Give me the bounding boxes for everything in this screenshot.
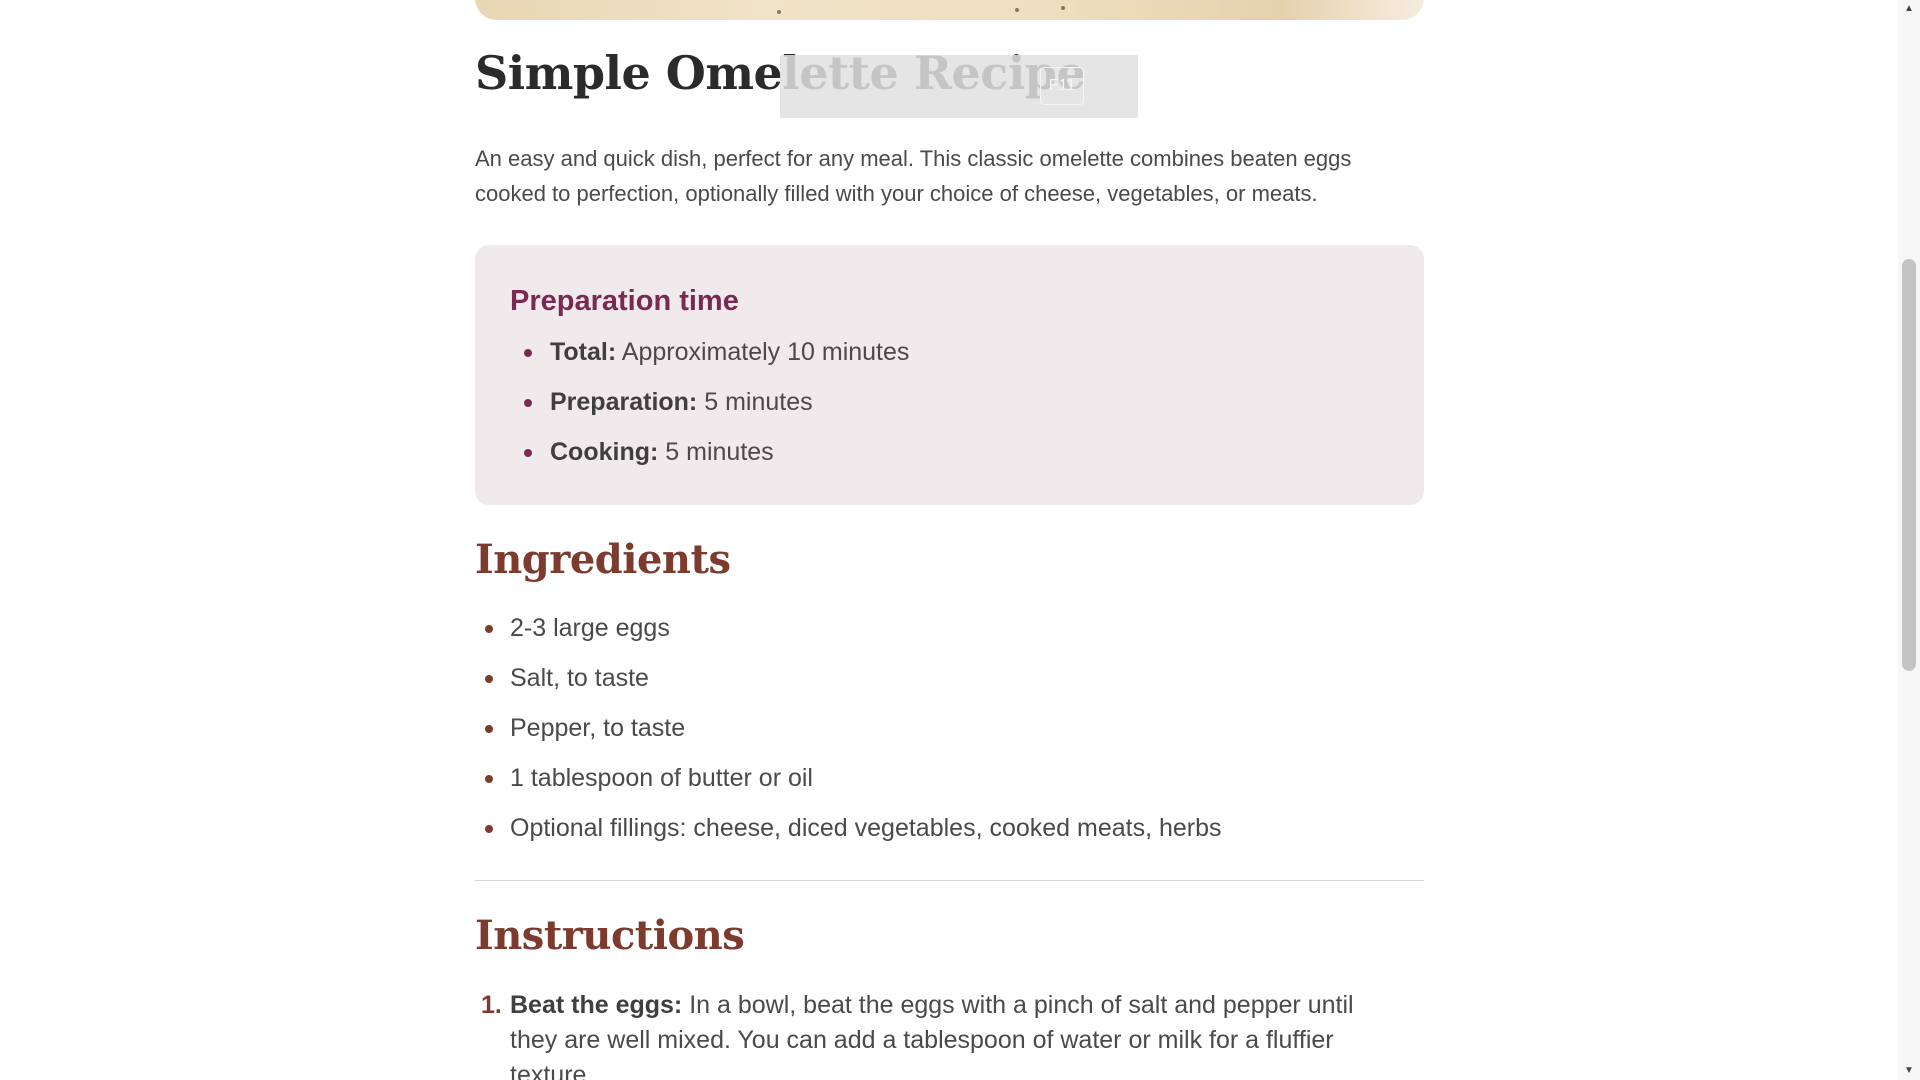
prep-item-value: Approximately 10 minutes: [621, 338, 910, 366]
recipe-page: Simple Omelette Recipe ss F11 An easy an…: [0, 0, 1898, 1080]
prep-item-value: 5 minutes: [665, 438, 774, 466]
preparation-time-heading: Preparation time: [510, 285, 739, 317]
fullscreen-exit-hint: ss F11: [780, 55, 1138, 118]
prep-item-preparation: Preparation: 5 minutes: [510, 385, 909, 435]
scrollbar-thumb[interactable]: [1902, 259, 1916, 671]
prep-item-label: Cooking:: [550, 438, 659, 466]
omelette-hero-image: [475, 0, 1424, 20]
fullscreen-hint-text: ss: [995, 77, 1011, 94]
ingredients-heading: Ingredients: [475, 536, 731, 583]
step-number: 1.: [481, 991, 502, 1019]
instruction-step: 1. Beat the eggs: In a bowl, beat the eg…: [475, 988, 1424, 1080]
prep-item-label: Total:: [550, 338, 617, 366]
ingredient-item: 1 tablespoon of butter or oil: [475, 761, 1222, 811]
vertical-scrollbar[interactable]: ▲ ▼: [1898, 0, 1920, 1080]
section-divider: [475, 880, 1424, 881]
ingredient-item: 2-3 large eggs: [475, 611, 1222, 661]
instructions-heading: Instructions: [475, 912, 745, 959]
preparation-time-box: Preparation time Total: Approximately 10…: [475, 245, 1424, 505]
hero-image-speck: [1015, 8, 1019, 12]
preparation-time-list: Total: Approximately 10 minutes Preparat…: [510, 335, 909, 485]
chevron-up-icon[interactable]: ▲: [1898, 0, 1920, 18]
hero-image-speck: [777, 10, 781, 14]
hero-image-speck: [1061, 6, 1065, 10]
ingredient-item: Salt, to taste: [475, 661, 1222, 711]
ingredient-item: Optional fillings: cheese, diced vegetab…: [475, 811, 1222, 861]
ingredients-list: 2-3 large eggs Salt, to taste Pepper, to…: [475, 611, 1222, 861]
recipe-intro: An easy and quick dish, perfect for any …: [475, 146, 1352, 206]
step-label: Beat the eggs:: [510, 991, 683, 1019]
prep-item-total: Total: Approximately 10 minutes: [510, 335, 909, 385]
instructions-list: 1. Beat the eggs: In a bowl, beat the eg…: [475, 988, 1424, 1080]
chevron-down-icon[interactable]: ▼: [1898, 1062, 1920, 1080]
f11-key-badge: F11: [1040, 67, 1084, 105]
prep-item-cooking: Cooking: 5 minutes: [510, 435, 909, 485]
prep-item-value: 5 minutes: [704, 388, 813, 416]
prep-item-label: Preparation:: [550, 388, 698, 416]
ingredient-item: Pepper, to taste: [475, 711, 1222, 761]
